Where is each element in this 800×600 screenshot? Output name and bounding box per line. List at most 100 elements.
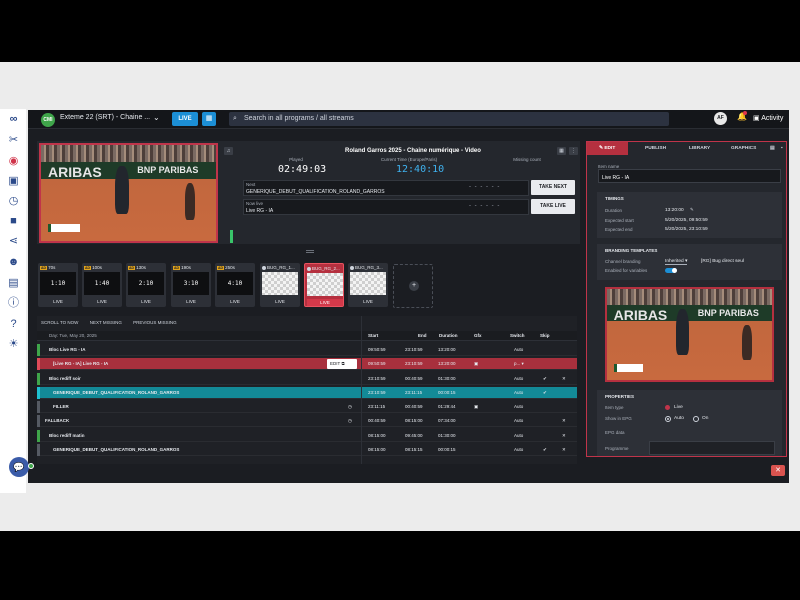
- graphics-tile[interactable]: AD 70s 1:10 LIVE: [38, 263, 78, 307]
- tile-live-button[interactable]: LIVE: [173, 298, 209, 305]
- analytics-icon[interactable]: ▤: [7, 277, 20, 290]
- tab-graphics[interactable]: GRAPHICS: [731, 146, 756, 151]
- previous-missing-button[interactable]: PREVIOUS MISSING: [133, 320, 177, 325]
- logo-icon[interactable]: ∞: [7, 113, 20, 126]
- stream-selector[interactable]: Exteme 22 (SRT) - Chaine ...: [60, 114, 150, 121]
- graphics-tile[interactable]: AD 250s 4:10 LIVE: [215, 263, 255, 307]
- epg-auto-radio[interactable]: [665, 416, 671, 422]
- share-icon[interactable]: ⋖: [7, 235, 20, 248]
- playlist-row[interactable]: FALLBACK 00:40:59 08:15:00 07:34:00 Auto ✕ ◷: [37, 415, 577, 427]
- playlist-row[interactable]: [Live RG - IA] Live RG - IA 09:50:59 23:10…: [37, 358, 577, 370]
- drag-handle[interactable]: [306, 250, 314, 253]
- row-name: GENERIQUE_DEBUT_QUALIFICATION_ROLAND_GAR…: [53, 447, 180, 452]
- next-missing-button[interactable]: NEXT MISSING: [90, 320, 122, 325]
- panel-close-icon[interactable]: ▪: [781, 146, 783, 151]
- take-next-button[interactable]: TAKE NEXT: [531, 180, 575, 195]
- broadcast-icon[interactable]: ◉: [7, 155, 20, 168]
- calendar-icon[interactable]: ▦: [202, 112, 216, 126]
- headphones-icon[interactable]: ♫: [224, 147, 233, 155]
- check-icon[interactable]: ✔: [543, 376, 547, 382]
- live-button[interactable]: LIVE: [172, 112, 198, 126]
- activity-button[interactable]: ▣ Activity: [753, 114, 783, 122]
- chat-icon[interactable]: 💬: [9, 457, 29, 477]
- epg-data-label: EPG data: [605, 430, 625, 435]
- remove-icon[interactable]: ✕: [562, 418, 566, 424]
- close-icon[interactable]: ✕: [771, 465, 785, 476]
- row-start: 08:15:00: [368, 447, 386, 452]
- add-tile[interactable]: +: [393, 264, 433, 308]
- grid-icon[interactable]: ▦: [557, 147, 566, 155]
- tile-live-button[interactable]: LIVE: [84, 298, 120, 305]
- stream-badge[interactable]: CMI: [41, 113, 55, 127]
- tile-live-button[interactable]: LIVE: [128, 298, 164, 305]
- edit-duration-icon[interactable]: ✎: [690, 207, 694, 213]
- panel-options-icon[interactable]: ▤: [770, 146, 775, 151]
- row-start: 23:10:59: [368, 376, 386, 381]
- users-icon[interactable]: ☻: [7, 256, 20, 269]
- playlist-row[interactable]: GENERIQUE_DEBUT_QUALIFICATION_ROLAND_GAR…: [37, 444, 577, 456]
- row-switch[interactable]: Auto: [514, 447, 523, 452]
- graphics-tile[interactable]: AD 130s 2:10 LIVE: [126, 263, 166, 307]
- row-switch[interactable]: Auto: [514, 347, 523, 352]
- gfx-icon[interactable]: ▣: [474, 404, 478, 410]
- search-input[interactable]: ⌕ Search in all programs / all streams: [229, 112, 669, 126]
- graphics-tile[interactable]: AD 100s 1:40 LIVE: [82, 263, 122, 307]
- tile-live-button[interactable]: LIVE: [40, 298, 76, 305]
- playlist-row[interactable]: Bloc Live RG - IA 09:50:59 23:10:59 13:20:0…: [37, 344, 577, 356]
- row-color-bar: [37, 430, 40, 442]
- media-icon[interactable]: ▣: [7, 175, 20, 188]
- row-name: Bloc rediff soir: [49, 376, 81, 381]
- playlist-row[interactable]: Bloc rediff matin 08:15:00 09:45:00 01:30:0…: [37, 430, 577, 442]
- graphics-tile[interactable]: AD 190s 3:10 LIVE: [171, 263, 211, 307]
- playlist-row[interactable]: GENERIQUE_DEBUT_QUALIFICATION_ROLAND_GAR…: [37, 387, 577, 399]
- playlist-row[interactable]: FILLER 23:11:15 00:40:59 01:29:44 Auto ▣ ◷: [37, 401, 577, 413]
- item-name-input[interactable]: Live RG - IA: [598, 169, 781, 183]
- graphics-tile[interactable]: BUG_RG_3... LIVE: [348, 263, 388, 307]
- row-switch[interactable]: Auto: [514, 390, 523, 395]
- bulb-icon[interactable]: ☀: [7, 338, 20, 351]
- tab-edit[interactable]: ✎ EDIT: [599, 146, 615, 151]
- tab-publish[interactable]: PUBLISH: [645, 146, 666, 151]
- tools-icon[interactable]: ✂: [7, 134, 20, 147]
- tile-live-button[interactable]: LIVE: [350, 298, 386, 305]
- info-icon[interactable]: ⓘ: [7, 297, 20, 310]
- current-time-label: Current Time (Europe/Paris): [380, 157, 438, 162]
- video-player-figure: [114, 166, 129, 215]
- chevron-down-icon[interactable]: ⌄: [153, 113, 160, 122]
- tile-title: BUG_RG_3...: [350, 265, 383, 270]
- row-switch[interactable]: p... ▾: [514, 361, 524, 367]
- clock-icon[interactable]: ◷: [7, 195, 20, 208]
- tile-live-button[interactable]: LIVE: [217, 298, 253, 305]
- avatar[interactable]: AF: [714, 112, 727, 125]
- programme-input[interactable]: [649, 441, 775, 455]
- tab-library[interactable]: LIBRARY: [689, 146, 710, 151]
- row-switch[interactable]: Auto: [514, 433, 523, 438]
- help-icon[interactable]: ?: [7, 318, 20, 331]
- epg-on-radio[interactable]: [693, 416, 699, 422]
- gfx-icon[interactable]: ▣: [474, 361, 478, 367]
- check-icon[interactable]: ✔: [543, 390, 547, 396]
- playlist-row[interactable]: Bloc rediff soir 23:10:59 00:40:59 01:30:00…: [37, 373, 577, 385]
- tile-live-button[interactable]: LIVE: [262, 298, 298, 305]
- remove-icon[interactable]: ✕: [562, 433, 566, 439]
- check-icon[interactable]: ✔: [543, 447, 547, 453]
- graphics-tile[interactable]: BUG_RG_1... LIVE: [260, 263, 300, 307]
- row-duration: 00:00:15: [438, 447, 456, 452]
- duration-value[interactable]: 13:20:00: [665, 208, 684, 213]
- more-icon[interactable]: ⋮: [569, 147, 578, 155]
- take-live-button[interactable]: TAKE LIVE: [531, 199, 575, 214]
- channel-branding-select[interactable]: Inherited ▾: [665, 259, 688, 265]
- enabled-variables-toggle[interactable]: [665, 268, 677, 273]
- video-icon[interactable]: ■: [7, 215, 20, 228]
- remove-icon[interactable]: ✕: [562, 447, 566, 453]
- tile-live-button[interactable]: LIVE: [307, 299, 343, 306]
- date-header: Day: Tue, May 20, 2025: [49, 333, 97, 338]
- row-switch[interactable]: Auto: [514, 404, 523, 409]
- scroll-to-now-button[interactable]: SCROLL TO NOW: [41, 320, 78, 325]
- graphics-tile[interactable]: BUG_RG_2... LIVE: [304, 263, 344, 307]
- remove-icon[interactable]: ✕: [562, 376, 566, 382]
- row-switch[interactable]: Auto: [514, 376, 523, 381]
- row-switch[interactable]: Auto: [514, 418, 523, 423]
- live-preview-video[interactable]: ARIBAS BNP PARIBAS: [39, 143, 218, 243]
- edit-button[interactable]: EDIT ⧉: [327, 359, 357, 369]
